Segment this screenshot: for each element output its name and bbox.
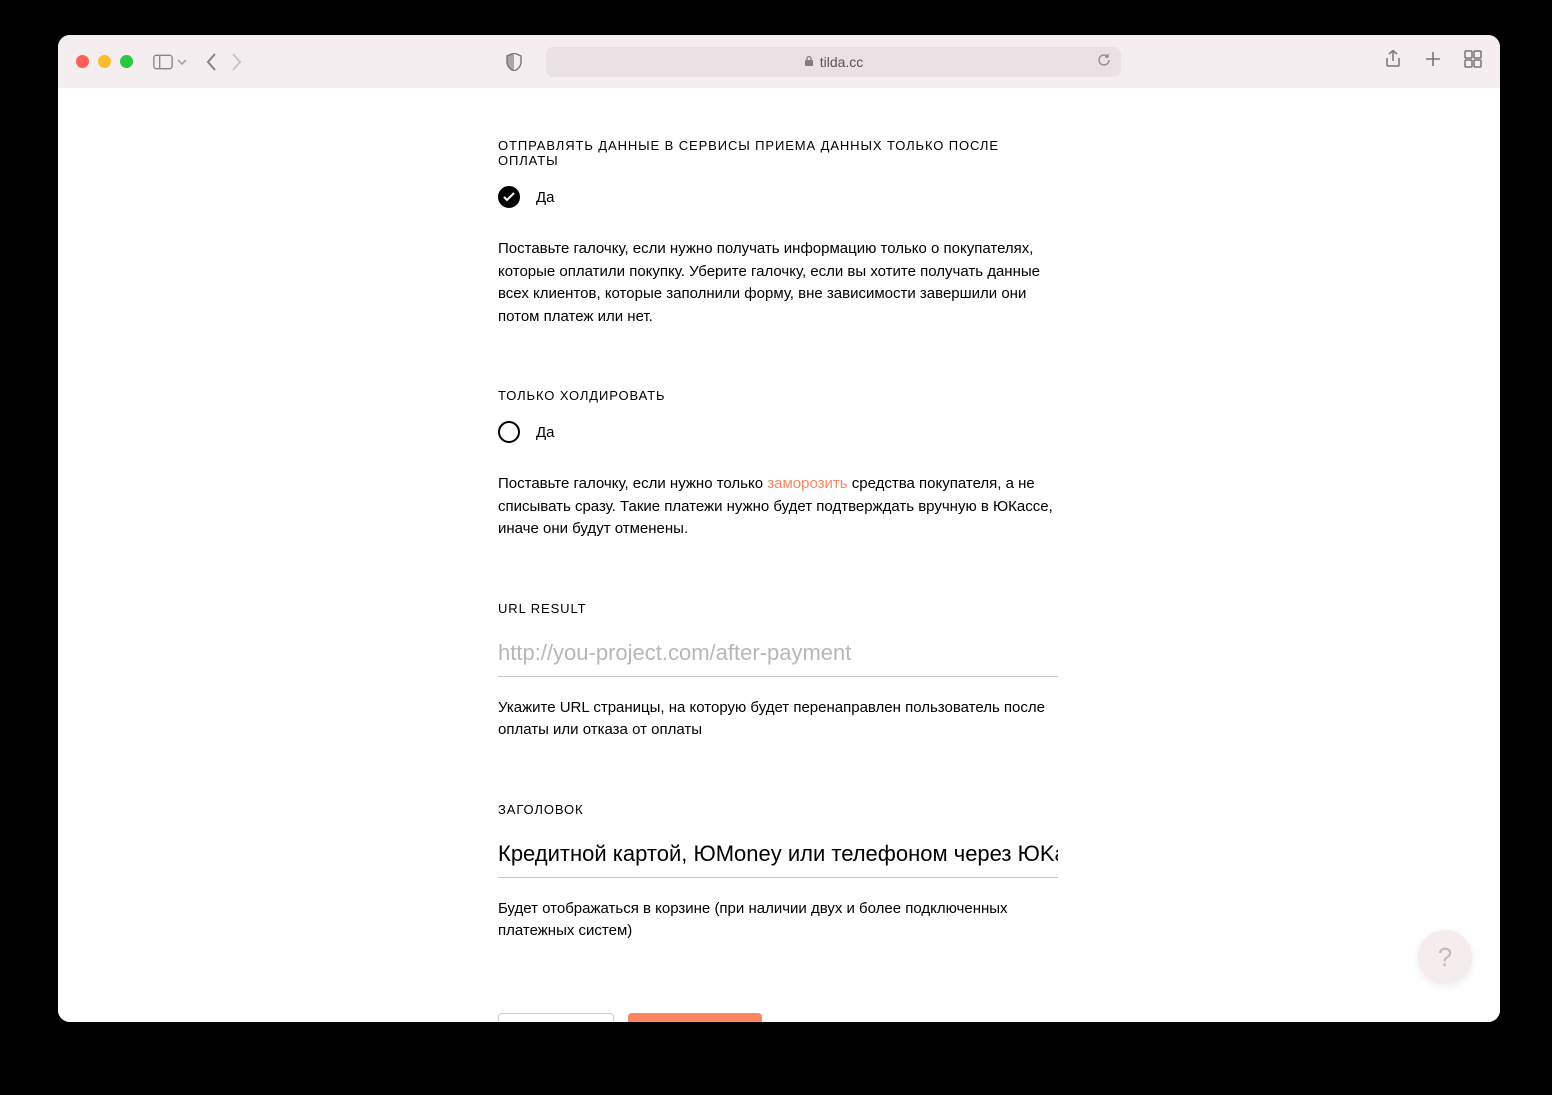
sidebar-toggle-group [153, 54, 187, 70]
maximize-window-icon[interactable] [120, 55, 133, 68]
sidebar-toggle-icon[interactable] [153, 54, 173, 70]
url-host: tilda.cc [820, 54, 864, 70]
forward-button-icon[interactable] [229, 52, 243, 72]
minimize-window-icon[interactable] [98, 55, 111, 68]
back-button-icon[interactable] [205, 52, 219, 72]
new-tab-icon[interactable] [1424, 50, 1442, 73]
address-bar[interactable]: tilda.cc [546, 47, 1121, 77]
page-content: ОТПРАВЛЯТЬ ДАННЫЕ В СЕРВИСЫ ПРИЕМА ДАННЫ… [58, 88, 1500, 1022]
help-text-before: Поставьте галочку, если нужно только [498, 475, 767, 492]
checkbox-send-after-payment[interactable] [498, 186, 520, 208]
section-send-after-payment: ОТПРАВЛЯТЬ ДАННЫЕ В СЕРВИСЫ ПРИЕМА ДАННЫ… [498, 138, 1058, 328]
checkbox-row: Да [498, 186, 1058, 208]
share-icon[interactable] [1384, 50, 1402, 73]
help-text: Укажите URL страницы, на которую будет п… [498, 697, 1058, 742]
form-buttons: Закрыть Добавить [498, 1013, 1058, 1023]
help-text: Поставьте галочку, если нужно только зам… [498, 473, 1058, 541]
close-window-icon[interactable] [76, 55, 89, 68]
browser-window: tilda.cc ОТПРАВЛЯТЬ ДАННЫЕ В СЕРВИСЫ ПРИ… [58, 35, 1500, 1022]
checkbox-hold-only[interactable] [498, 421, 520, 443]
section-label: ЗАГОЛОВОК [498, 802, 1058, 817]
add-button[interactable]: Добавить [628, 1013, 762, 1023]
help-text: Поставьте галочку, если нужно получать и… [498, 238, 1058, 328]
help-link-freeze[interactable]: заморозить [767, 475, 847, 492]
section-label: ОТПРАВЛЯТЬ ДАННЫЕ В СЕРВИСЫ ПРИЕМА ДАННЫ… [498, 138, 1058, 168]
checkbox-row: Да [498, 421, 1058, 443]
privacy-shield-icon[interactable] [506, 53, 522, 71]
checkbox-label: Да [536, 189, 555, 206]
settings-form: ОТПРАВЛЯТЬ ДАННЫЕ В СЕРВИСЫ ПРИЕМА ДАННЫ… [498, 138, 1058, 1022]
help-bubble-button[interactable]: ? [1418, 930, 1472, 984]
section-hold-only: ТОЛЬКО ХОЛДИРОВАТЬ Да Поставьте галочку,… [498, 388, 1058, 541]
toolbar-right [1384, 50, 1482, 73]
help-text: Будет отображаться в корзине (при наличи… [498, 898, 1058, 943]
section-label: ТОЛЬКО ХОЛДИРОВАТЬ [498, 388, 1058, 403]
close-button[interactable]: Закрыть [498, 1013, 614, 1023]
title-input[interactable] [498, 835, 1058, 878]
lock-icon [804, 54, 814, 70]
tab-overview-icon[interactable] [1464, 50, 1482, 73]
reload-icon[interactable] [1097, 53, 1111, 70]
section-title: ЗАГОЛОВОК Будет отображаться в корзине (… [498, 802, 1058, 943]
section-url-result: URL RESULT Укажите URL страницы, на кото… [498, 601, 1058, 742]
question-mark-icon: ? [1438, 942, 1452, 973]
url-result-input[interactable] [498, 634, 1058, 677]
checkbox-label: Да [536, 424, 555, 441]
window-controls [76, 55, 133, 68]
titlebar: tilda.cc [58, 35, 1500, 88]
chevron-down-icon[interactable] [177, 57, 187, 67]
section-label: URL RESULT [498, 601, 1058, 616]
